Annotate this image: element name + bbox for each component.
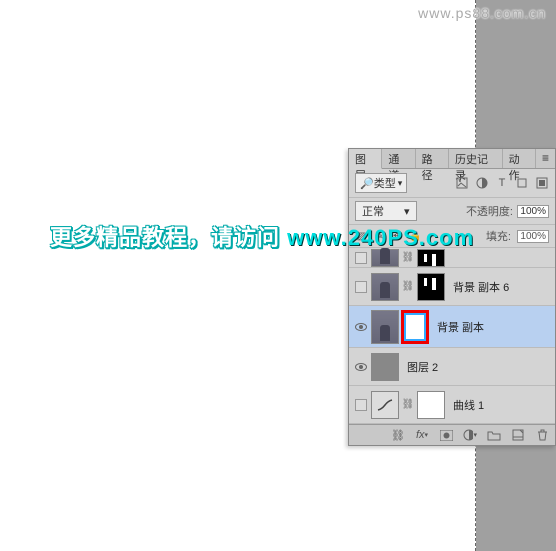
tab-actions[interactable]: 动作 [503, 149, 536, 168]
filter-type-dropdown[interactable]: 🔎 类型 ▾ [355, 173, 407, 193]
link-icon: ⛓ [401, 281, 415, 292]
eye-icon [355, 363, 367, 371]
layer-row[interactable]: ⛓ 背景 副本 6 [349, 268, 555, 306]
layer-row[interactable]: 图层 2 [349, 348, 555, 386]
opacity-value[interactable]: 100% [517, 205, 549, 218]
tab-paths[interactable]: 路径 [416, 149, 449, 168]
tab-channels[interactable]: 通道 [382, 149, 415, 168]
opacity-label: 不透明度: [466, 203, 513, 219]
chevron-down-icon: ▾ [404, 205, 410, 218]
fx-icon[interactable]: fx▾ [415, 428, 429, 442]
tab-history[interactable]: 历史记录 [449, 149, 503, 168]
overlay-url: www.240PS.com [287, 225, 474, 250]
layer-thumbnail[interactable] [371, 391, 399, 419]
visibility-toggle[interactable] [353, 359, 369, 375]
layer-filter-row: 🔎 类型 ▾ T [349, 169, 555, 198]
layer-name: 背景 副本 6 [453, 279, 509, 295]
layers-panel: 图层 通道 路径 历史记录 动作 ≡ 🔎 类型 ▾ T 正常 ▾ 不透明度: 1… [348, 148, 556, 446]
link-layers-icon[interactable]: ⛓ [391, 428, 405, 442]
layer-name: 图层 2 [407, 359, 438, 375]
tutorial-overlay: 更多精品教程，请访问 www.240PS.com [50, 220, 474, 252]
layer-mask[interactable] [401, 310, 429, 344]
blend-mode-value: 正常 [362, 203, 384, 219]
trash-icon[interactable] [535, 428, 549, 442]
layer-thumbnail[interactable] [371, 310, 399, 344]
layer-thumbnail[interactable] [371, 273, 399, 301]
layer-thumbnail[interactable] [371, 353, 399, 381]
add-mask-icon[interactable] [439, 428, 453, 442]
chevron-down-icon: ▾ [398, 178, 403, 189]
layer-mask[interactable] [417, 273, 445, 301]
layer-name: 背景 副本 [437, 319, 484, 335]
filter-adjust-icon[interactable] [475, 176, 489, 190]
search-icon: 🔎 [360, 177, 374, 190]
eye-icon [355, 323, 367, 331]
watermark-url: www.ps88.com.cn [418, 5, 546, 21]
filter-shape-icon[interactable] [515, 176, 529, 190]
blend-mode-dropdown[interactable]: 正常 ▾ [355, 201, 417, 221]
layers-bottom-bar: ⛓ fx▾ ▾ [349, 424, 555, 445]
visibility-toggle[interactable] [353, 279, 369, 295]
filter-mode-label: 类型 [374, 175, 396, 191]
filter-text-icon[interactable]: T [495, 176, 509, 190]
layers-list: ⛓ ⛓ 背景 副本 6 背景 副本 图层 2 ⛓ [349, 248, 555, 424]
new-group-icon[interactable] [487, 428, 501, 442]
link-icon: ⛓ [401, 399, 415, 410]
visibility-toggle[interactable] [353, 319, 369, 335]
overlay-text: 更多精品教程，请访问 [50, 225, 287, 250]
fill-value[interactable]: 100% [517, 230, 549, 243]
new-layer-icon[interactable] [511, 428, 525, 442]
link-icon: ⛓ [401, 252, 415, 263]
panel-tabs: 图层 通道 路径 历史记录 动作 ≡ [349, 149, 555, 169]
layer-row[interactable]: 背景 副本 [349, 306, 555, 348]
layer-name: 曲线 1 [453, 397, 484, 413]
layer-row[interactable]: ⛓ 曲线 1 [349, 386, 555, 424]
tab-layers[interactable]: 图层 [349, 149, 382, 169]
adjustment-layer-icon[interactable]: ▾ [463, 428, 477, 442]
fill-label: 填充: [486, 228, 511, 244]
visibility-toggle[interactable] [353, 397, 369, 413]
filter-smart-icon[interactable] [535, 176, 549, 190]
panel-menu-icon[interactable]: ≡ [536, 149, 555, 168]
layer-mask[interactable] [417, 391, 445, 419]
filter-pixel-icon[interactable] [455, 176, 469, 190]
